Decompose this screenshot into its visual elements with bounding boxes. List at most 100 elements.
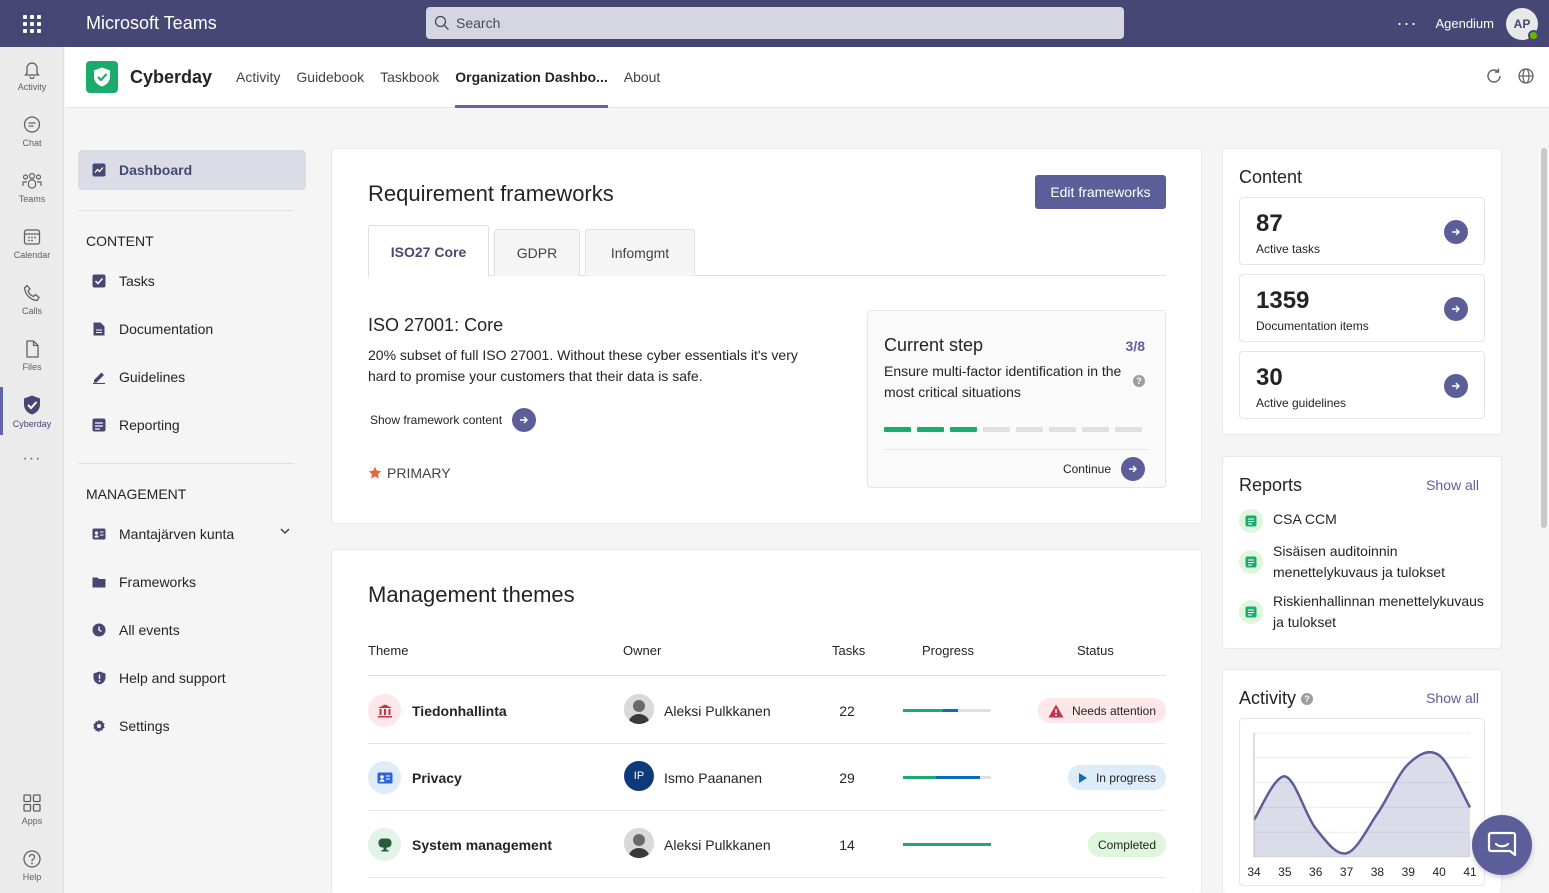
nav-label: Mantajärven kunta <box>119 526 235 542</box>
continue-link[interactable]: Continue <box>1063 457 1145 481</box>
stat-active-guidelines[interactable]: 30 Active guidelines <box>1239 351 1485 419</box>
themes-title: Management themes <box>368 582 575 607</box>
rail-item-calendar[interactable]: Calendar <box>0 215 64 271</box>
stat-label: Documentation items <box>1256 319 1369 333</box>
theme-name[interactable]: Privacy <box>412 770 462 786</box>
search-input[interactable]: Search <box>426 7 1124 39</box>
page-scrollbar[interactable] <box>1541 148 1547 528</box>
help-icon[interactable]: ? <box>1301 693 1314 706</box>
tab-activity[interactable]: Activity <box>236 47 280 108</box>
report-label: Sisäisen auditoinnin menettelykuvaus ja … <box>1273 543 1445 580</box>
col-status: Status <box>1077 643 1114 658</box>
id-card-icon <box>368 761 401 794</box>
show-framework-content-link[interactable]: Show framework content <box>370 408 537 432</box>
nav-divider <box>78 210 294 211</box>
nav-item-frameworks[interactable]: Frameworks <box>78 558 306 606</box>
arrow-right-icon[interactable] <box>1444 297 1468 321</box>
nav-item-organization[interactable]: Mantajärven kunta <box>78 510 306 558</box>
rail-label: Teams <box>18 193 46 204</box>
requirement-frameworks-card: Requirement frameworks Edit frameworks I… <box>331 148 1202 524</box>
arrow-right-icon[interactable] <box>1121 457 1145 481</box>
report-item[interactable]: Riskienhallinnan menettelykuvaus ja tulo… <box>1239 591 1489 633</box>
rail-item-help[interactable]: Help <box>0 837 64 893</box>
phone-icon <box>23 284 40 301</box>
arrow-right-icon[interactable] <box>1444 374 1468 398</box>
nav-item-dashboard[interactable]: Dashboard <box>78 150 306 190</box>
teams-top-bar: Microsoft Teams Search ··· Agendium AP <box>0 0 1549 47</box>
nav-item-tasks[interactable]: Tasks <box>78 257 306 305</box>
app-title: Microsoft Teams <box>86 13 217 33</box>
report-icon <box>1239 600 1263 624</box>
owner-initials: IP <box>633 770 645 782</box>
rail-item-teams[interactable]: Teams <box>0 159 64 215</box>
tenant-name[interactable]: Agendium <box>1435 16 1494 31</box>
tab-infomgmt[interactable]: Infomgmt <box>585 229 695 276</box>
top-right-controls: ··· Agendium AP <box>1396 0 1549 47</box>
nav-item-guidelines[interactable]: Guidelines <box>78 353 306 401</box>
table-row[interactable]: Tiedonhallinta Aleksi Pulkkanen 22 Needs… <box>368 677 1166 744</box>
chevron-down-icon[interactable] <box>280 527 290 535</box>
stat-documentation-items[interactable]: 1359 Documentation items <box>1239 274 1485 342</box>
stat-label: Active guidelines <box>1256 396 1347 410</box>
tab-guidebook[interactable]: Guidebook <box>296 47 364 108</box>
reports-title: Reports <box>1239 475 1303 495</box>
rail-item-chat[interactable]: Chat <box>0 103 64 159</box>
table-row[interactable]: Privacy IP Ismo Paananen 29 In progress <box>368 744 1166 811</box>
report-icon <box>1239 509 1263 533</box>
play-icon <box>1078 772 1087 783</box>
x-tick-label: 34 <box>1247 865 1261 879</box>
search-placeholder: Search <box>456 15 501 31</box>
support-chat-button[interactable] <box>1472 815 1532 875</box>
rail-item-cyberday[interactable]: Cyberday <box>0 383 64 439</box>
tab-about[interactable]: About <box>624 47 661 108</box>
rail-label: Calls <box>21 305 42 316</box>
progress-done <box>903 843 991 846</box>
owner-avatar <box>624 694 654 724</box>
tab-taskbook[interactable]: Taskbook <box>380 47 439 108</box>
rail-item-activity[interactable]: Activity <box>0 47 64 103</box>
reports-show-all-link[interactable]: Show all <box>1426 477 1479 493</box>
help-icon[interactable]: ? <box>1133 375 1145 387</box>
rail-bottom-group: Apps Help <box>0 781 64 893</box>
table-row[interactable]: System management Aleksi Pulkkanen 14 Co… <box>368 811 1166 878</box>
nav-item-help-support[interactable]: Help and support <box>78 654 306 702</box>
rail-more-apps-button[interactable]: ··· <box>0 439 64 479</box>
globe-icon[interactable] <box>1517 67 1535 85</box>
current-step-title: Current step <box>884 335 984 355</box>
stat-value: 30 <box>1256 364 1283 391</box>
stat-active-tasks[interactable]: 87 Active tasks <box>1239 197 1485 265</box>
owner-name: Aleksi Pulkkanen <box>664 837 771 853</box>
report-item[interactable]: Sisäisen auditoinnin menettelykuvaus ja … <box>1239 541 1489 583</box>
report-item[interactable]: CSA CCM <box>1239 509 1489 533</box>
tab-iso27-core[interactable]: ISO27 Core <box>368 225 489 277</box>
rail-label: Activity <box>17 81 47 92</box>
theme-name[interactable]: System management <box>412 837 552 853</box>
refresh-icon[interactable] <box>1485 67 1503 85</box>
teams-icon <box>22 172 42 189</box>
nav-label: All events <box>119 622 180 638</box>
step-progress-bar <box>884 427 1142 432</box>
nav-item-reporting[interactable]: Reporting <box>78 401 306 449</box>
app-launcher-button[interactable] <box>0 0 64 47</box>
edit-frameworks-button[interactable]: Edit frameworks <box>1035 175 1166 209</box>
bell-icon <box>24 61 40 79</box>
user-avatar[interactable]: AP <box>1506 7 1539 41</box>
step-segment <box>1049 427 1076 432</box>
rail-item-calls[interactable]: Calls <box>0 271 64 327</box>
x-tick-label: 38 <box>1371 865 1385 879</box>
nav-item-documentation[interactable]: Documentation <box>78 305 306 353</box>
nav-item-settings[interactable]: Settings <box>78 702 306 750</box>
tab-organization-dashboard[interactable]: Organization Dashbo... <box>455 47 609 108</box>
arrow-right-icon[interactable] <box>1444 220 1468 244</box>
rail-item-files[interactable]: Files <box>0 327 64 383</box>
owner-name: Aleksi Pulkkanen <box>664 703 771 719</box>
more-options-button[interactable]: ··· <box>1396 13 1417 34</box>
tab-gdpr[interactable]: GDPR <box>494 229 580 276</box>
nav-label: Guidelines <box>119 369 186 385</box>
theme-name[interactable]: Tiedonhallinta <box>412 703 507 719</box>
activity-show-all-link[interactable]: Show all <box>1426 690 1479 706</box>
theme-progress-bar <box>903 709 991 712</box>
nav-item-all-events[interactable]: All events <box>78 606 306 654</box>
arrow-right-icon[interactable] <box>512 408 537 432</box>
rail-item-apps[interactable]: Apps <box>0 781 64 837</box>
